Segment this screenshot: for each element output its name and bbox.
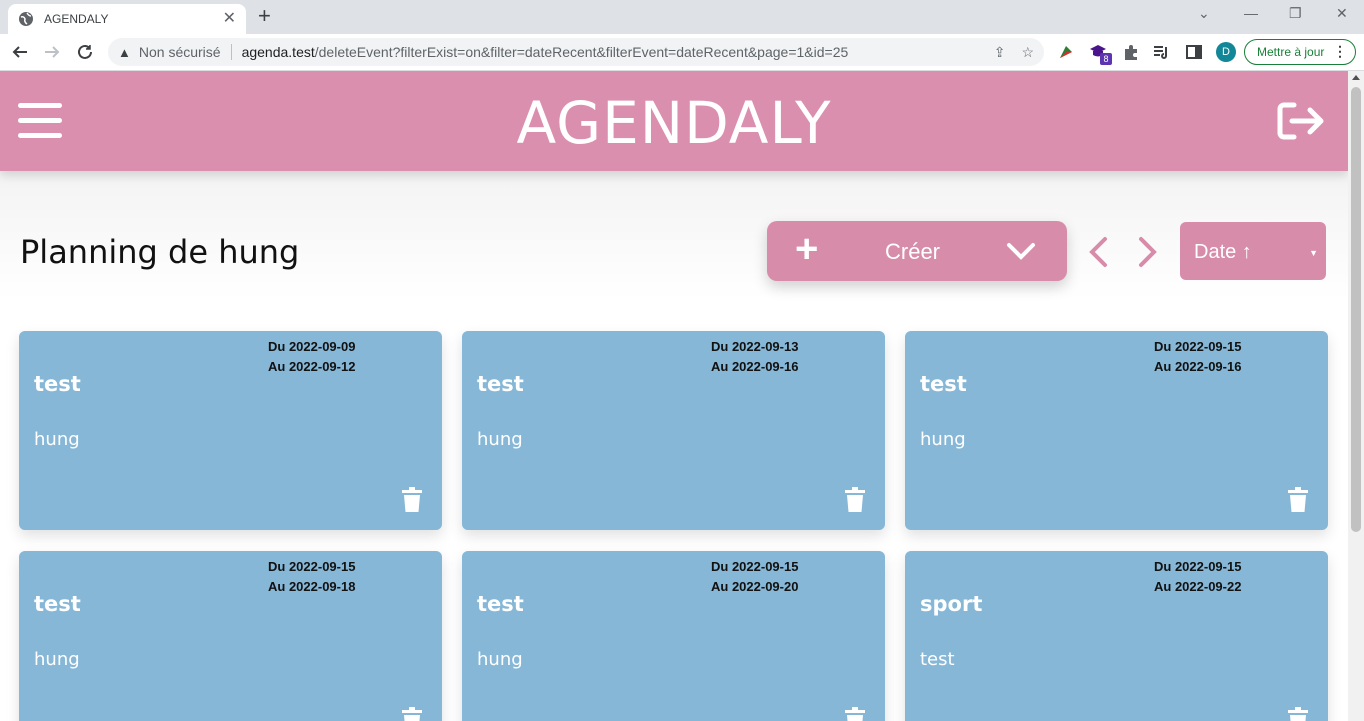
trash-icon[interactable] [401, 707, 423, 721]
event-end: Au 2022-09-20 [711, 579, 799, 594]
trash-icon[interactable] [1287, 487, 1309, 513]
warning-icon: ▲ [118, 44, 131, 60]
event-start: Du 2022-09-09 [268, 339, 356, 354]
app-header: AGENDALY [0, 71, 1348, 171]
new-tab-button[interactable]: + [258, 5, 271, 27]
star-icon[interactable]: ☆ [1021, 44, 1034, 61]
event-title: sport [920, 592, 983, 616]
event-end: Au 2022-09-16 [1154, 359, 1242, 374]
event-title: test [477, 592, 524, 616]
plus-icon: + [795, 227, 819, 271]
scroll-up-icon[interactable] [1352, 75, 1360, 80]
trash-icon[interactable] [1287, 707, 1309, 721]
event-end: Au 2022-09-22 [1154, 579, 1242, 594]
trash-icon[interactable] [401, 487, 423, 513]
minimize-icon[interactable]: — [1244, 5, 1258, 21]
restore-icon[interactable]: ❐ [1289, 5, 1302, 22]
update-label: Mettre à jour [1257, 45, 1325, 59]
event-start: Du 2022-09-13 [711, 339, 799, 354]
media-control-icon[interactable] [1152, 43, 1170, 61]
event-title: test [34, 592, 81, 616]
event-title: test [34, 372, 81, 396]
app-brand: AGENDALY [516, 89, 832, 157]
event-start: Du 2022-09-15 [1154, 559, 1242, 574]
side-panel-icon[interactable] [1185, 43, 1203, 61]
event-end: Au 2022-09-12 [268, 359, 356, 374]
address-bar[interactable]: ▲ Non sécurisé agenda.test /deleteEvent?… [108, 38, 1044, 66]
back-icon[interactable] [10, 42, 30, 62]
event-card[interactable]: Du 2022-09-13 Au 2022-09-16 test hung [462, 331, 885, 530]
event-dates: Du 2022-09-09 Au 2022-09-12 [268, 337, 355, 377]
next-page-icon[interactable] [1137, 236, 1159, 268]
chevron-down-icon[interactable] [1005, 239, 1037, 263]
logout-icon[interactable] [1276, 101, 1326, 141]
globe-icon [19, 12, 33, 26]
forward-icon[interactable] [42, 42, 62, 62]
previous-page-icon[interactable] [1087, 236, 1109, 268]
share-icon[interactable]: ⇪ [994, 44, 1006, 61]
event-owner: hung [34, 649, 80, 670]
puzzle-icon[interactable] [1122, 43, 1140, 61]
security-label: Non sécurisé [138, 44, 221, 60]
event-end: Au 2022-09-16 [711, 359, 799, 374]
event-card[interactable]: Du 2022-09-15 Au 2022-09-22 sport test [905, 551, 1328, 721]
event-start: Du 2022-09-15 [268, 559, 356, 574]
page-scrollbar[interactable] [1348, 71, 1364, 721]
create-button[interactable]: + Créer [767, 221, 1067, 281]
trash-icon[interactable] [844, 707, 866, 721]
event-title: test [477, 372, 524, 396]
more-menu-icon[interactable]: ⋮ [1333, 43, 1347, 60]
event-owner: hung [34, 429, 80, 450]
event-dates: Du 2022-09-15 Au 2022-09-16 [1154, 337, 1241, 377]
event-dates: Du 2022-09-15 Au 2022-09-20 [711, 557, 798, 597]
sort-value: Date ↑ [1194, 241, 1252, 263]
window-close-icon[interactable]: ✕ [1336, 5, 1348, 22]
scrollbar-thumb[interactable] [1351, 87, 1361, 532]
event-owner: hung [920, 429, 966, 450]
event-card[interactable]: Du 2022-09-15 Au 2022-09-18 test hung [19, 551, 442, 721]
event-end: Au 2022-09-18 [268, 579, 356, 594]
event-dates: Du 2022-09-15 Au 2022-09-22 [1154, 557, 1241, 597]
browser-tab[interactable]: AGENDALY ✕ [8, 4, 246, 34]
close-icon[interactable]: ✕ [223, 11, 236, 27]
page-title: Planning de hung [20, 233, 300, 271]
event-owner: test [920, 649, 955, 670]
page-viewport: AGENDALY Planning de hung + Créer Date ↑… [0, 71, 1348, 721]
update-button[interactable]: Mettre à jour ⋮ [1244, 39, 1356, 65]
chevron-down-icon[interactable]: ⌄ [1198, 5, 1210, 22]
event-start: Du 2022-09-15 [711, 559, 799, 574]
divider [230, 44, 232, 60]
sort-select[interactable]: Date ↑ ▼ [1180, 222, 1326, 280]
event-card[interactable]: Du 2022-09-15 Au 2022-09-16 test hung [905, 331, 1328, 530]
profile-avatar[interactable]: D [1216, 42, 1236, 62]
create-label: Créer [885, 239, 941, 264]
event-owner: hung [477, 649, 523, 670]
event-dates: Du 2022-09-13 Au 2022-09-16 [711, 337, 798, 377]
event-start: Du 2022-09-15 [1154, 339, 1242, 354]
reload-icon[interactable] [75, 42, 95, 62]
event-dates: Du 2022-09-15 Au 2022-09-18 [268, 557, 355, 597]
chevron-down-icon: ▼ [1309, 248, 1318, 258]
tab-title: AGENDALY [44, 12, 109, 26]
event-card[interactable]: Du 2022-09-15 Au 2022-09-20 test hung [462, 551, 885, 721]
extension-color-icon[interactable] [1057, 43, 1075, 61]
url-path: /deleteEvent?filterExist=on&filter=dateR… [314, 44, 849, 60]
event-card[interactable]: Du 2022-09-09 Au 2022-09-12 test hung [19, 331, 442, 530]
event-title: test [920, 372, 967, 396]
event-owner: hung [477, 429, 523, 450]
url-host: agenda.test [241, 44, 315, 60]
browser-tabstrip: AGENDALY ✕ + ⌄ — ❐ ✕ [0, 0, 1364, 34]
browser-toolbar: ▲ Non sécurisé agenda.test /deleteEvent?… [0, 34, 1364, 71]
trash-icon[interactable] [844, 487, 866, 513]
extension-badge: 8 [1100, 53, 1112, 65]
